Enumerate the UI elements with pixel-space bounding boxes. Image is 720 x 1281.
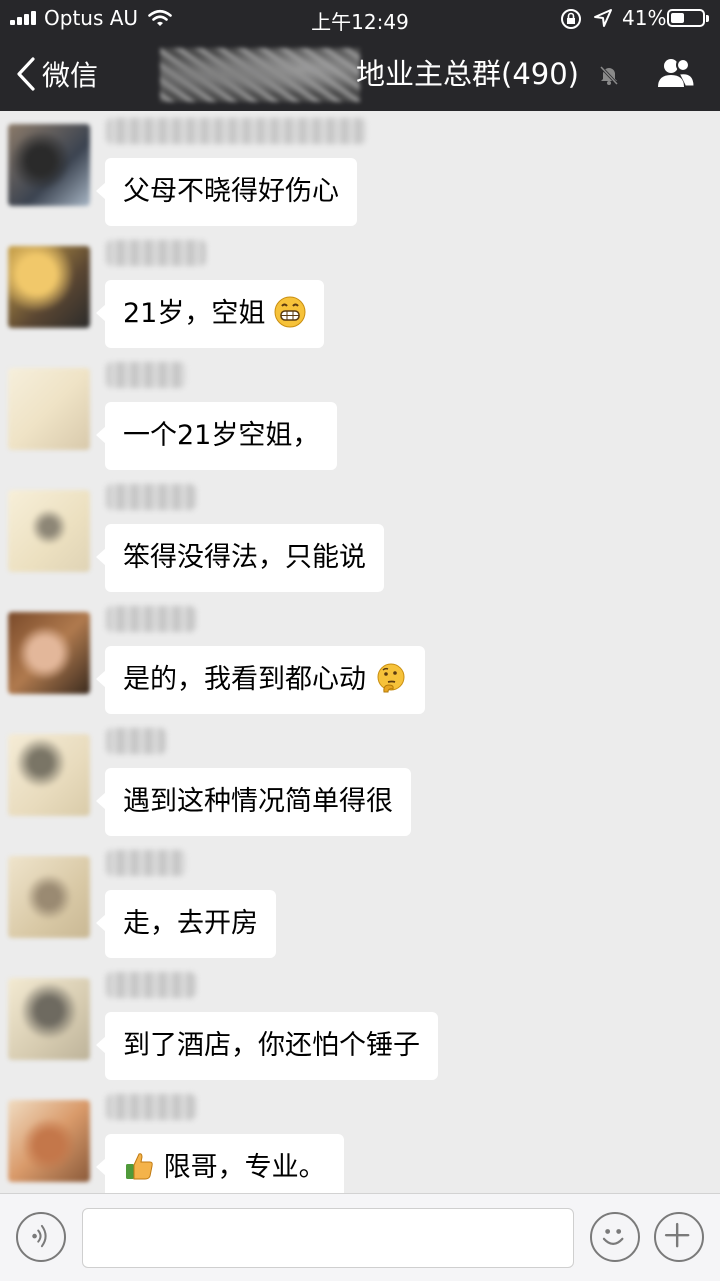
sender-name-redacted [106, 484, 196, 510]
back-label: 微信 [42, 59, 99, 92]
message-input[interactable] [82, 1208, 574, 1268]
sender-name-redacted [106, 728, 166, 754]
chevron-left-icon [17, 57, 35, 91]
grin-emoji-icon [274, 296, 306, 328]
chat-title-area: 地业主总群(490) [160, 48, 619, 102]
smiley-icon [602, 1229, 624, 1245]
sender-name-redacted [106, 972, 196, 998]
avatar[interactable] [8, 978, 90, 1060]
message-bubble[interactable]: 21岁，空姐 [96, 280, 324, 348]
battery-icon [667, 9, 709, 27]
sender-name-redacted [106, 118, 366, 144]
thinking-emoji-icon [377, 663, 405, 693]
message-text: 走，去开房 [123, 908, 258, 939]
back-button[interactable]: 微信 [16, 54, 98, 94]
sender-name-redacted [106, 240, 206, 266]
group-members-icon[interactable] [656, 56, 696, 90]
more-button[interactable] [654, 1212, 704, 1262]
message-bubble[interactable]: 一个21岁空姐， [95, 402, 338, 470]
avatar[interactable] [8, 1100, 90, 1182]
location-icon [594, 9, 612, 27]
avatar[interactable] [8, 856, 90, 938]
voice-icon [32, 1224, 47, 1248]
avatar[interactable] [8, 246, 90, 328]
avatar[interactable] [8, 490, 90, 572]
rotation-lock-icon [561, 9, 581, 29]
title-redaction [160, 48, 360, 102]
message-text: 一个21岁空姐， [123, 420, 320, 451]
avatar[interactable] [8, 124, 90, 206]
message-text: 是的，我看到都心动 [123, 664, 366, 695]
sender-name-redacted [106, 1094, 196, 1120]
message-bubble[interactable]: 父母不晓得好伤心 [96, 158, 357, 226]
message-bubble[interactable]: 遇到这种情况简单得很 [96, 768, 411, 836]
message-text: 21岁，空姐 [123, 298, 266, 329]
message-bubble[interactable]: 走，去开房 [96, 890, 276, 958]
message-text: 父母不晓得好伤心 [123, 176, 339, 207]
sender-name-redacted [106, 850, 186, 876]
sender-name-redacted [106, 362, 186, 388]
avatar[interactable] [8, 368, 90, 450]
message-bubble[interactable]: 限哥，专业。 [96, 1134, 344, 1202]
emoji-button[interactable] [590, 1212, 640, 1262]
plus-icon [664, 1222, 690, 1248]
chat-title: 地业主总群(490) [356, 57, 579, 91]
input-bar [0, 1193, 720, 1281]
top-bar: Optus AU 上午12:49 41% 微信 地业主总群(490) [0, 0, 720, 111]
message-bubble[interactable]: 是的，我看到都心动 [96, 646, 425, 714]
message-text: 到了酒店，你还怕个锤子 [123, 1030, 420, 1061]
message-text: 笨得没得法，只能说 [123, 542, 366, 573]
thumbs-up-emoji-icon [126, 1153, 153, 1180]
voice-button[interactable] [16, 1212, 66, 1262]
mute-bell-icon [599, 65, 619, 86]
message-bubble[interactable]: 到了酒店，你还怕个锤子 [96, 1012, 438, 1080]
battery-percent: 41% [622, 6, 667, 30]
message-text: 限哥，专业。 [163, 1152, 326, 1183]
nav-bar: 微信 地业主总群(490) [0, 36, 720, 111]
sender-name-redacted [106, 606, 196, 632]
message-bubble[interactable]: 笨得没得法，只能说 [96, 524, 384, 592]
message-text: 遇到这种情况简单得很 [123, 786, 393, 817]
avatar[interactable] [8, 612, 90, 694]
avatar[interactable] [8, 734, 90, 816]
status-bar: Optus AU 上午12:49 41% [0, 0, 720, 36]
